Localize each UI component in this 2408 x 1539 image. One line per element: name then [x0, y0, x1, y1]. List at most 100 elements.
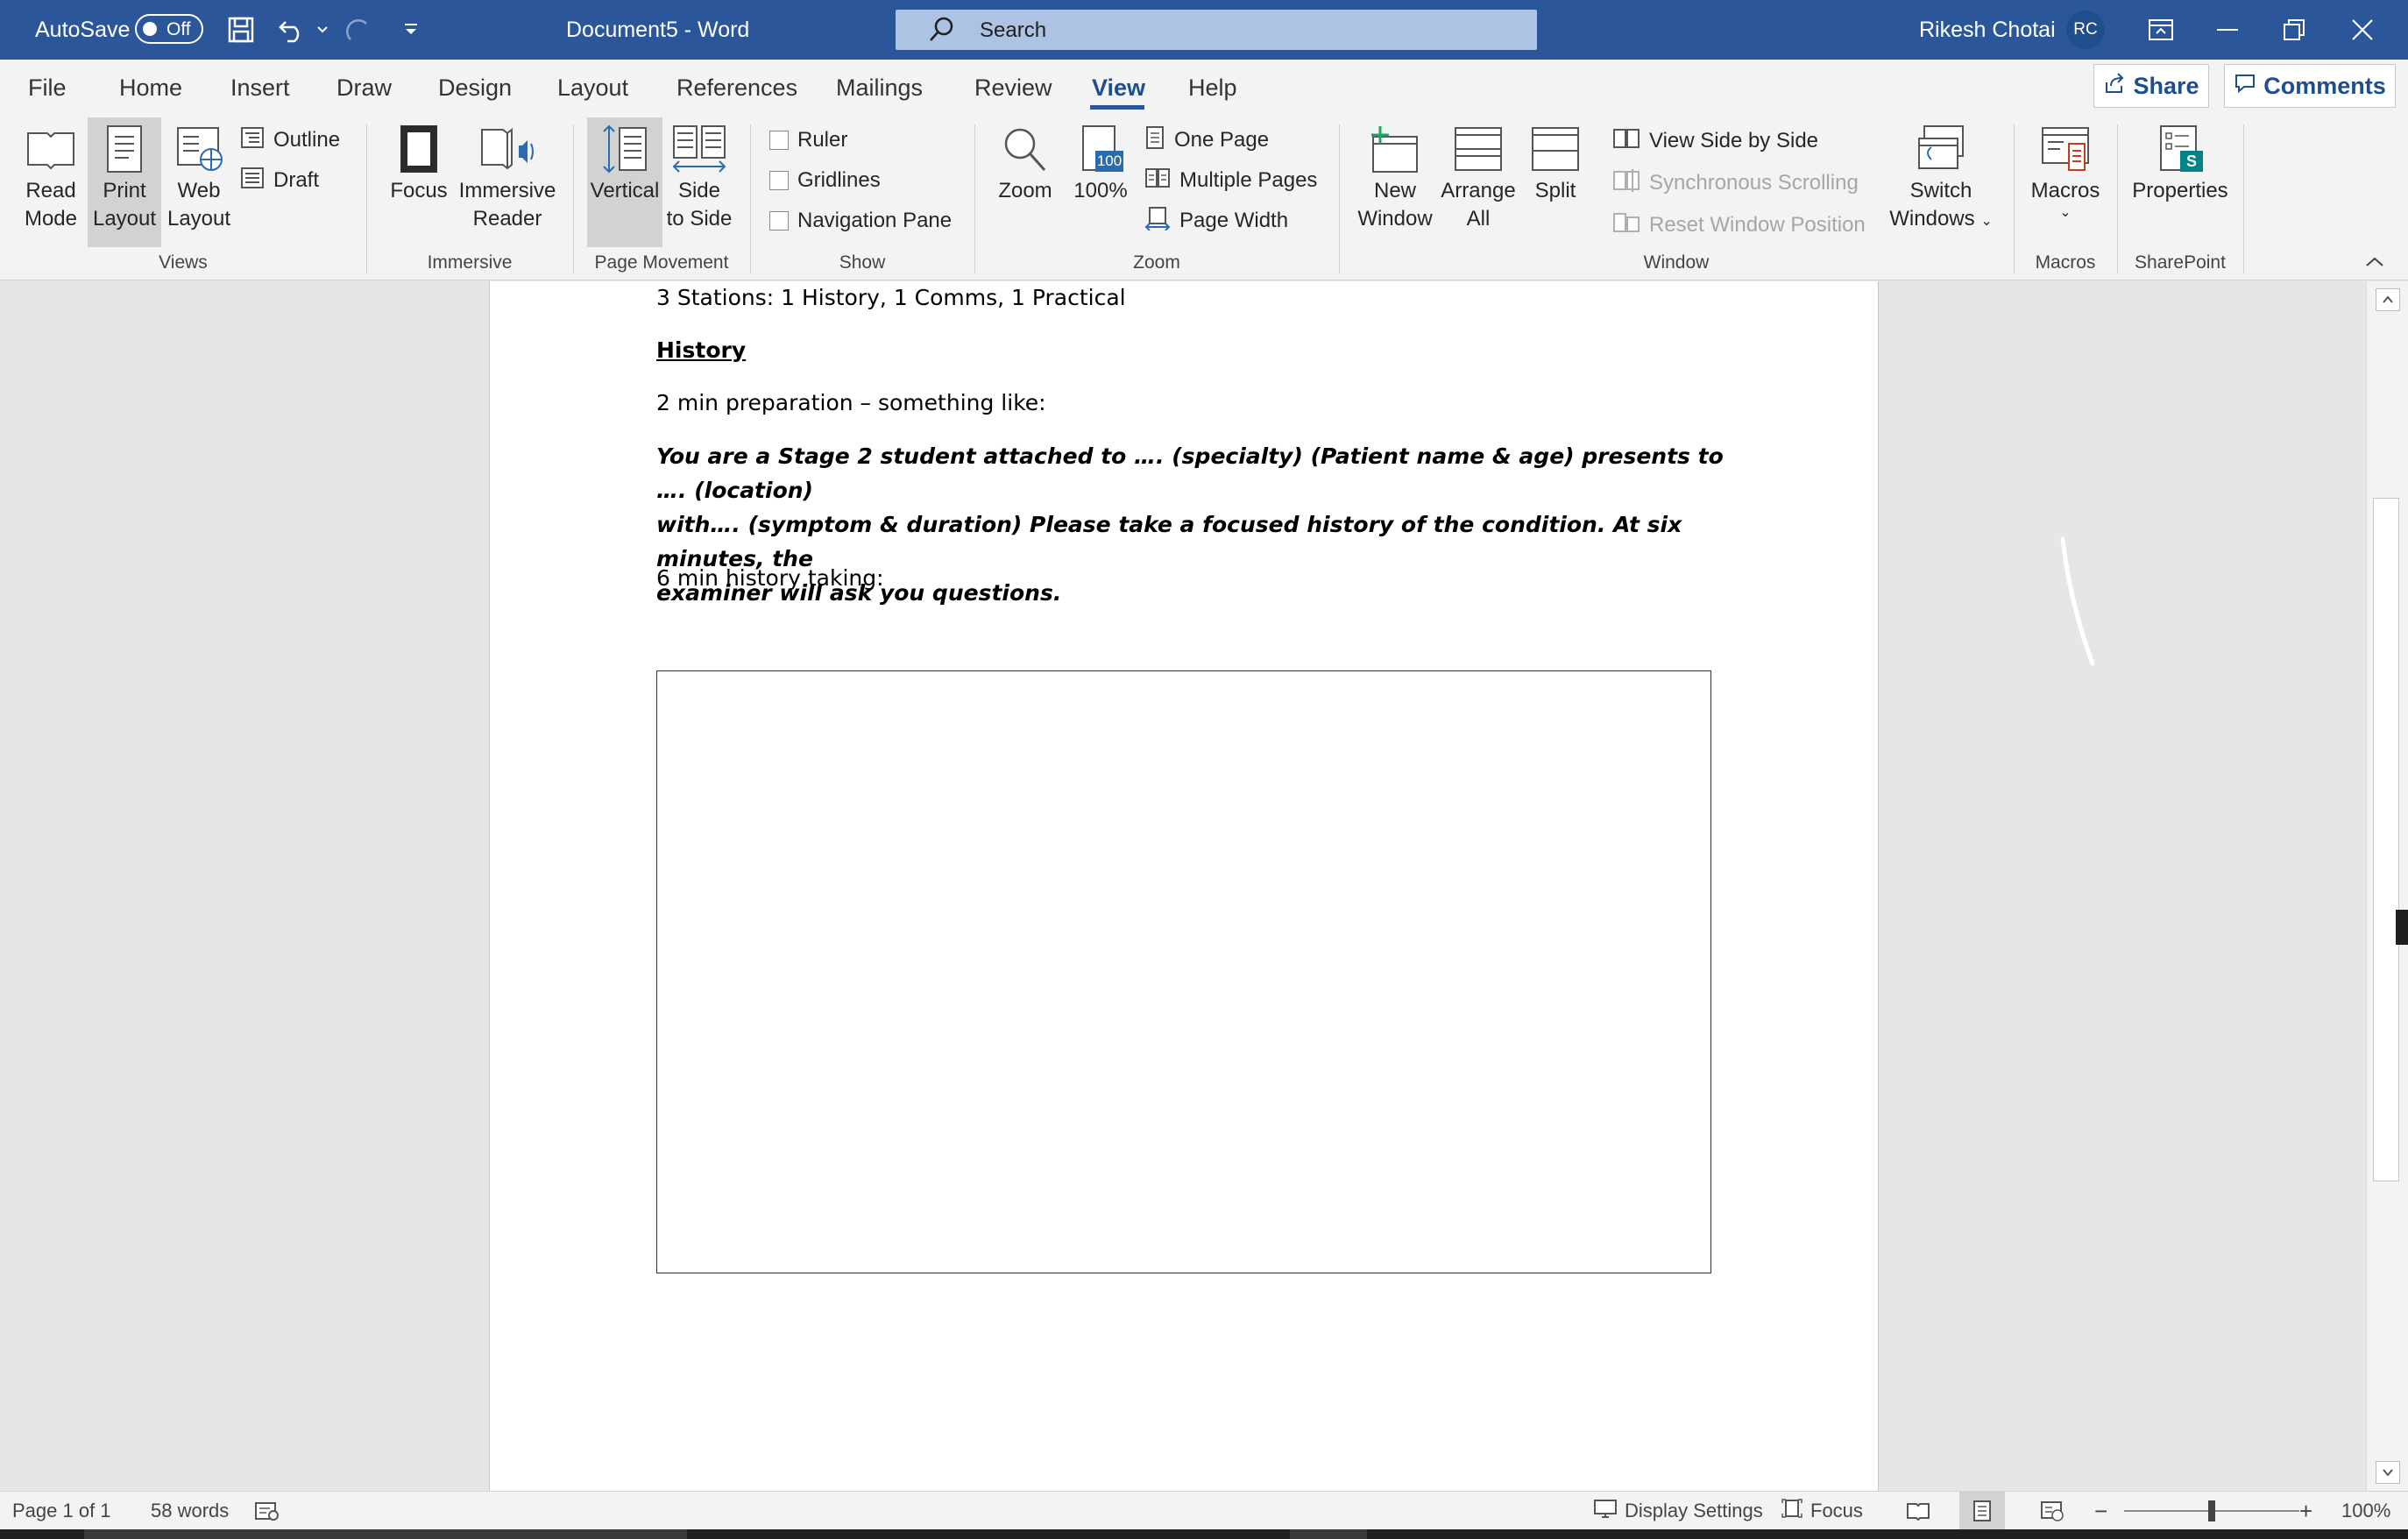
undo-dropdown-icon[interactable] [315, 0, 329, 60]
tab-file[interactable]: File [28, 60, 67, 116]
ribbon-display-icon[interactable] [2126, 0, 2196, 60]
comments-button[interactable]: Comments [2224, 64, 2396, 108]
autosave-state: Off [166, 19, 191, 39]
close-icon[interactable] [2327, 0, 2397, 60]
share-label: Share [2133, 72, 2199, 99]
document-canvas[interactable]: 3 Stations: 1 History, 1 Comms, 1 Practi… [0, 281, 2366, 1491]
properties-button[interactable]: S Properties [2128, 124, 2233, 247]
word-count[interactable]: 58 words [151, 1492, 229, 1530]
reset-window-position-button[interactable]: Reset Window Position [1612, 207, 1866, 244]
gridlines-check[interactable] [769, 171, 789, 190]
vertical-button[interactable]: Vertical [587, 117, 662, 247]
group-separator [2014, 124, 2015, 273]
history-taking-line: 6 min history taking: [656, 565, 884, 591]
share-button[interactable]: Share [2093, 64, 2209, 108]
restore-icon[interactable] [2259, 0, 2329, 60]
redo-icon[interactable] [343, 0, 375, 60]
macros-button[interactable]: Macros ⌄ [2024, 124, 2107, 247]
read-mode-button[interactable]: Read Mode [12, 124, 89, 247]
customize-qat-icon[interactable] [401, 0, 421, 60]
immersive-reader-label-2: Reader [472, 207, 542, 230]
properties-icon: S [2154, 124, 2206, 174]
print-layout-label-1: Print [103, 179, 146, 202]
immersive-group-label: Immersive [427, 252, 513, 273]
ruler-check[interactable] [769, 131, 789, 150]
minimize-icon[interactable] [2192, 0, 2263, 60]
tab-mailings[interactable]: Mailings [836, 60, 923, 116]
scroll-up-icon[interactable] [2376, 288, 2400, 311]
proofing-icon[interactable] [254, 1492, 280, 1530]
new-window-button[interactable]: New Window [1351, 124, 1439, 247]
autosave-toggle[interactable]: Off [135, 14, 203, 44]
synchronous-scrolling-button[interactable]: Synchronous Scrolling [1612, 165, 1859, 202]
read-mode-view-icon[interactable] [1898, 1492, 1938, 1530]
document-page[interactable]: 3 Stations: 1 History, 1 Comms, 1 Practi… [489, 281, 1879, 1491]
zoom-slider-track[interactable] [2124, 1492, 2299, 1530]
tab-layout[interactable]: Layout [557, 60, 628, 116]
group-separator [2117, 124, 2118, 273]
vertical-scrollbar[interactable] [2366, 281, 2408, 1491]
navigation-pane-checkbox[interactable]: Navigation Pane [769, 203, 952, 238]
chevron-down-icon: ⌄ [2059, 205, 2072, 220]
display-settings-button[interactable]: Display Settings [1593, 1492, 1763, 1530]
web-layout-view-icon[interactable] [2031, 1492, 2073, 1530]
tab-references[interactable]: References [676, 60, 797, 116]
zoom-slider-thumb[interactable] [2208, 1500, 2215, 1521]
immersive-reader-button[interactable]: Immersive Reader [456, 124, 559, 247]
multiple-pages-button[interactable]: Multiple Pages [1144, 163, 1317, 198]
print-layout-label-2: Layout [92, 207, 157, 230]
tab-insert[interactable]: Insert [230, 60, 290, 116]
taskbar-item[interactable] [84, 1529, 687, 1539]
split-button[interactable]: Split [1519, 124, 1591, 247]
undo-icon[interactable] [277, 0, 308, 60]
focus-mode-icon [1781, 1498, 1803, 1524]
zoom-100-button[interactable]: 100 100% [1064, 124, 1137, 247]
reset-window-position-icon [1612, 210, 1640, 241]
search-box[interactable]: Search [896, 10, 1537, 50]
navigation-pane-check[interactable] [769, 211, 789, 230]
taskbar-item[interactable] [1290, 1529, 1367, 1539]
collapse-ribbon-icon[interactable] [2364, 256, 2385, 273]
user-name[interactable]: Rikesh Chotai [1919, 0, 2056, 60]
tab-home[interactable]: Home [119, 60, 182, 116]
view-side-by-side-button[interactable]: View Side by Side [1612, 123, 1818, 160]
switch-windows-button[interactable]: Switch Windows ⌄ [1884, 124, 1998, 247]
view-side-by-side-icon [1612, 127, 1640, 156]
gridlines-checkbox[interactable]: Gridlines [769, 163, 881, 198]
show-group-label: Show [839, 252, 886, 273]
tab-help[interactable]: Help [1188, 60, 1237, 116]
web-layout-button[interactable]: Web Layout [163, 124, 235, 247]
one-page-button[interactable]: One Page [1144, 123, 1269, 158]
tab-draw[interactable]: Draw [336, 60, 392, 116]
split-icon [1519, 124, 1591, 174]
avatar[interactable]: RC [2066, 11, 2105, 49]
text-box[interactable] [656, 670, 1711, 1273]
focus-button[interactable]: Focus [384, 124, 454, 247]
ruler-checkbox[interactable]: Ruler [769, 123, 847, 158]
magnifier-icon [990, 124, 1060, 174]
tab-design[interactable]: Design [438, 60, 512, 116]
zoom-button[interactable]: Zoom [990, 124, 1060, 247]
multiple-pages-label: Multiple Pages [1179, 168, 1318, 192]
zoom-in-icon[interactable]: + [2299, 1492, 2312, 1530]
page-count[interactable]: Page 1 of 1 [12, 1492, 111, 1530]
print-layout-view-icon[interactable] [1959, 1492, 2005, 1530]
arrange-all-button[interactable]: Arrange All [1439, 124, 1518, 247]
switch-windows-label-2: Windows ⌄ [1884, 205, 1998, 236]
scrollbar-thumb[interactable] [2373, 498, 2399, 1181]
side-to-side-button[interactable]: Side to Side [662, 124, 736, 247]
tab-review[interactable]: Review [974, 60, 1052, 116]
zoom-out-icon[interactable]: − [2094, 1492, 2107, 1530]
switch-windows-icon [1884, 124, 1998, 174]
focus-mode-button[interactable]: Focus [1781, 1492, 1863, 1530]
zoom-slider[interactable] [2124, 1492, 2299, 1530]
save-icon[interactable] [226, 0, 256, 60]
scroll-down-icon[interactable] [2376, 1461, 2400, 1484]
print-layout-button[interactable]: Print Layout [88, 117, 161, 247]
page-width-button[interactable]: Page Width [1144, 203, 1288, 238]
group-separator [573, 124, 574, 273]
synchronous-scrolling-label: Synchronous Scrolling [1649, 171, 1859, 195]
outline-button[interactable]: Outline [240, 123, 340, 158]
zoom-level[interactable]: 100% [2341, 1492, 2390, 1530]
draft-button[interactable]: Draft [240, 163, 319, 198]
